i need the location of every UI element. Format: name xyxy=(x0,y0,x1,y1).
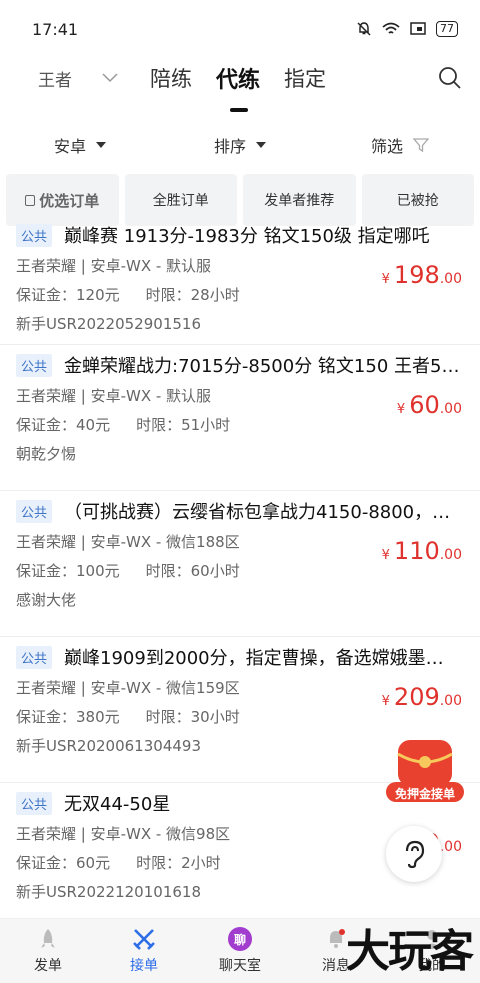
ear-icon xyxy=(405,840,425,869)
order-card[interactable]: 公共 金蝉荣耀战力:7015分-8500分 铭文150 王者5… 王者荣耀 | 安… xyxy=(0,345,480,491)
nav-chatroom[interactable]: 聊 聊天室 xyxy=(192,919,288,983)
sort-filter-label: 排序 xyxy=(213,137,246,156)
order-time-limit: 时限：28小时 xyxy=(145,286,240,304)
crossed-swords-icon xyxy=(132,927,156,951)
tab-zhiding[interactable]: 指定 xyxy=(284,63,326,93)
price-integer: 198 xyxy=(393,261,440,289)
nav-label: 发单 xyxy=(34,958,62,974)
wifi-icon xyxy=(382,22,400,34)
screen-filter-label: 筛选 xyxy=(370,137,403,156)
order-type-chips: 优选订单 全胜订单 发单者推荐 已被抢 xyxy=(0,174,480,226)
yen-sign: ¥ xyxy=(381,272,390,287)
price-decimal: .00 xyxy=(439,271,462,287)
order-time-limit: 时限：2小时 xyxy=(136,854,221,872)
order-deposit: 保证金：100元 xyxy=(16,562,120,580)
order-publisher: 感谢大佬 xyxy=(16,591,77,609)
order-title: 巅峰1909到2000分，指定曹操，备选嫦娥墨… xyxy=(64,648,444,669)
mute-bell-icon xyxy=(357,22,371,36)
order-time-limit: 时限：60小时 xyxy=(145,562,240,580)
chip-label: 发单者推荐 xyxy=(264,193,335,209)
battery-icon: 77 xyxy=(436,21,458,37)
yen-sign: ¥ xyxy=(381,548,390,563)
chip-label: 已被抢 xyxy=(396,193,439,209)
order-price: ¥60.00 xyxy=(397,391,462,419)
public-badge: 公共 xyxy=(16,791,53,815)
sort-filter[interactable]: 排序 xyxy=(160,133,320,157)
top-nav: 王者 陪练 代练 指定 xyxy=(0,58,480,112)
game-selector[interactable]: 王者 xyxy=(38,66,150,91)
order-publisher: 朝乾夕惕 xyxy=(16,445,77,463)
order-publisher: 新手USR2022052901516 xyxy=(16,315,201,333)
status-icons: 77 xyxy=(356,21,458,37)
search-icon[interactable] xyxy=(438,66,462,90)
order-title: （可挑战赛）云缨省标包拿战力4150-8800，… xyxy=(64,502,451,523)
caret-down-icon xyxy=(256,142,266,148)
funnel-icon xyxy=(413,138,429,153)
price-integer: 60 xyxy=(409,391,440,419)
status-bar: 17:41 77 xyxy=(0,0,480,58)
nav-accept[interactable]: 接单 xyxy=(96,919,192,983)
order-time-limit: 时限：30小时 xyxy=(145,708,240,726)
public-badge: 公共 xyxy=(16,353,53,377)
chip-publisher-recommend[interactable]: 发单者推荐 xyxy=(243,174,356,226)
order-deposit: 保证金：60元 xyxy=(16,854,111,872)
rocket-icon xyxy=(36,927,60,951)
bell-icon xyxy=(324,927,348,951)
nav-label: 接单 xyxy=(130,958,158,974)
nav-publish[interactable]: 发单 xyxy=(0,919,96,983)
order-deposit: 保证金：380元 xyxy=(16,708,120,726)
tab-peilian[interactable]: 陪练 xyxy=(150,63,192,93)
order-deposit: 保证金：120元 xyxy=(16,286,120,304)
order-time-limit: 时限：51小时 xyxy=(136,416,231,434)
platform-filter-label: 安卓 xyxy=(53,137,86,156)
order-card[interactable]: 公共 （可挑战赛）云缨省标包拿战力4150-8800，… 王者荣耀 | 安卓-WX… xyxy=(0,491,480,637)
chevron-down-icon xyxy=(102,73,118,83)
public-badge: 公共 xyxy=(16,645,53,669)
customer-service-button[interactable] xyxy=(386,826,442,882)
order-title: 巅峰赛 1913分-1983分 铭文150级 指定哪吒 xyxy=(64,226,430,247)
yen-sign: ¥ xyxy=(396,402,406,417)
price-decimal: .00 xyxy=(439,547,462,563)
chip-label: 优选订单 xyxy=(39,191,100,210)
chip-label: 全胜订单 xyxy=(152,193,209,209)
price-decimal: .00 xyxy=(439,401,462,417)
yen-sign: ¥ xyxy=(381,694,390,709)
order-list: 公共 巅峰赛 1913分-1983分 铭文150级 指定哪吒 王者荣耀 | 安卓-… xyxy=(0,220,480,918)
order-price: ¥209.00 xyxy=(382,683,462,711)
checkbox-icon xyxy=(25,194,36,206)
no-deposit-promo-button[interactable]: 免押金接单 xyxy=(386,734,464,804)
public-badge: 公共 xyxy=(16,499,53,523)
chat-icon: 聊 xyxy=(228,927,252,951)
order-title: 金蝉荣耀战力:7015分-8500分 铭文150 王者5… xyxy=(64,356,460,377)
tab-dailian[interactable]: 代练 xyxy=(216,62,260,112)
status-time: 17:41 xyxy=(32,19,79,39)
order-publisher: 新手USR2022120101618 xyxy=(16,883,201,901)
promo-label: 免押金接单 xyxy=(394,787,455,801)
order-card[interactable]: 公共 巅峰赛 1913分-1983分 铭文150级 指定哪吒 王者荣耀 | 安卓-… xyxy=(0,220,480,345)
platform-filter[interactable]: 安卓 xyxy=(0,133,160,157)
screen-filter[interactable]: 筛选 xyxy=(320,133,480,157)
caret-down-icon xyxy=(96,142,106,148)
public-badge: 公共 xyxy=(16,223,53,247)
price-integer: 110 xyxy=(393,537,440,565)
price-integer: 209 xyxy=(393,683,440,711)
order-price: ¥198.00 xyxy=(382,261,462,289)
chip-all-win-orders[interactable]: 全胜订单 xyxy=(124,174,237,226)
price-decimal: .00 xyxy=(439,693,462,709)
chip-taken[interactable]: 已被抢 xyxy=(361,174,474,226)
screen-cast-icon xyxy=(410,22,426,35)
order-price: ¥110.00 xyxy=(382,537,462,565)
price-decimal: .00 xyxy=(439,839,462,855)
nav-label: 聊天室 xyxy=(219,958,261,974)
game-selector-label: 王者 xyxy=(38,70,72,91)
watermark-logo: 大玩客 xyxy=(346,926,474,977)
order-deposit: 保证金：40元 xyxy=(16,416,111,434)
chip-preferred-orders[interactable]: 优选订单 xyxy=(6,174,119,226)
